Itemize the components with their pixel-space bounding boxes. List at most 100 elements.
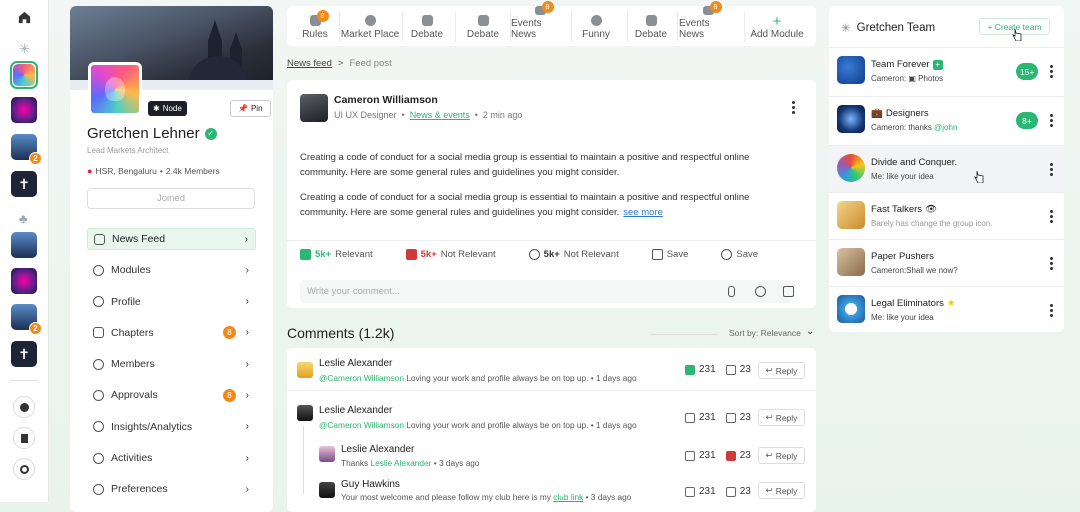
commenter-name[interactable]: Guy Hawkins (341, 479, 400, 490)
thumbs-down-icon[interactable] (725, 364, 736, 375)
commenter-avatar[interactable] (319, 446, 335, 462)
image-icon[interactable] (783, 286, 794, 297)
emoji-icon[interactable] (755, 286, 766, 297)
commenter-avatar[interactable] (297, 362, 313, 378)
bookmark-icon[interactable] (10, 424, 38, 452)
tab-debate[interactable]: Debate (461, 6, 505, 46)
tab-funny[interactable]: Funny (575, 6, 617, 46)
preferences-icon (93, 483, 104, 495)
commenter-name[interactable]: Leslie Alexander (319, 405, 392, 416)
team-row[interactable]: Fast Talkers 👁 Barely has change the grou… (829, 192, 1064, 239)
profile-icon (93, 296, 104, 308)
tab-events-news[interactable]: 8 Events News (511, 1, 569, 46)
reply-button[interactable]: ↩ Reply (758, 447, 805, 464)
team-avatar (837, 295, 865, 323)
reply-button[interactable]: ↩ Reply (758, 362, 805, 379)
post-category-link[interactable]: News & events (410, 110, 470, 120)
commenter-avatar[interactable] (297, 405, 313, 421)
hand-cursor-icon (1012, 29, 1022, 41)
thumbs-down-icon[interactable] (725, 486, 736, 497)
thumbs-up-icon[interactable] (685, 450, 695, 461)
reply-button[interactable]: ↩ Reply (758, 482, 805, 499)
debate-icon (477, 15, 489, 26)
tab-rules[interactable]: 8 Rules (295, 6, 335, 46)
rail-group-7[interactable]: 2 (10, 303, 42, 335)
thumbs-down-icon[interactable] (725, 412, 736, 423)
tab-debate[interactable]: Debate (405, 6, 449, 46)
joined-button[interactable]: Joined (87, 188, 255, 209)
thumbs-down-icon[interactable] (725, 450, 736, 461)
club-link[interactable]: club link (553, 492, 583, 502)
approvals-icon (93, 389, 104, 401)
save-button[interactable]: Save (651, 248, 688, 260)
author-avatar[interactable] (300, 94, 328, 122)
nav-preferences[interactable]: Preferences › (87, 478, 256, 500)
rail-group-1[interactable] (10, 61, 38, 89)
modules-icon (93, 264, 104, 276)
team-row[interactable]: 💼 Designers Cameron: thanks @john 8+ (829, 96, 1064, 143)
messenger-icon[interactable] (10, 393, 38, 421)
bookmark-icon (651, 248, 663, 260)
not-relevant-button[interactable]: 5k+ Not Relevant (405, 248, 496, 260)
home-icon[interactable] (10, 3, 38, 31)
sort-dropdown[interactable]: Sort by: Relevance (729, 328, 801, 338)
attach-icon[interactable] (728, 286, 735, 297)
more-options-icon[interactable] (1050, 65, 1053, 80)
comment-input[interactable]: Write your comment... (300, 280, 794, 303)
more-options-icon[interactable] (1050, 114, 1053, 129)
nav-activities[interactable]: Activities › (87, 447, 256, 469)
team-row[interactable]: Team Forever + Cameron: ▣ Photos 15+ (829, 47, 1064, 94)
tab-market-place[interactable]: Market Place (340, 6, 400, 46)
tab-add-module[interactable]: + Add Module (747, 6, 807, 46)
pin-button[interactable]: 📌 Pin (230, 100, 271, 117)
rail-group-3[interactable]: 2 (10, 133, 42, 165)
nav-modules[interactable]: Modules › (87, 259, 256, 281)
rail-badge: 2 (29, 322, 42, 335)
rail-group-4[interactable]: ✝ (10, 170, 38, 198)
commenter-name[interactable]: Leslie Alexander (341, 444, 414, 455)
share-button[interactable]: Save (721, 248, 758, 260)
rail-group-5[interactable] (10, 231, 38, 259)
relevant-button[interactable]: 5k+ Relevant (300, 248, 373, 260)
nav-profile[interactable]: Profile › (87, 291, 256, 313)
more-options-icon[interactable] (792, 101, 795, 116)
comment-text: @Cameron Williamson Loving your work and… (319, 373, 637, 383)
comments-count-button[interactable]: 5k+ Not Relevant (528, 248, 619, 260)
commenter-name[interactable]: Leslie Alexander (319, 358, 392, 369)
news-feed-icon (94, 233, 105, 245)
thumbs-up-icon[interactable] (685, 486, 695, 497)
team-name: Legal Eliminators ★ (871, 298, 956, 309)
tab-debate[interactable]: Debate (629, 6, 673, 46)
rail-group-6[interactable] (10, 267, 38, 295)
nav-news-feed[interactable]: News Feed › (87, 228, 256, 250)
more-options-icon[interactable] (1050, 163, 1053, 178)
settings-icon[interactable] (10, 455, 38, 483)
nav-approvals[interactable]: Approvals 8 › (87, 384, 256, 406)
more-options-icon[interactable] (1050, 304, 1053, 319)
see-more-link[interactable]: see more (623, 207, 663, 218)
vote-counts: 231 23 (685, 486, 751, 497)
post-author[interactable]: Cameron Williamson (334, 94, 438, 106)
reply-icon: ↩ (765, 450, 773, 460)
team-last-message: Cameron: thanks @john (871, 123, 958, 132)
tab-events-news[interactable]: 8 Events News (679, 1, 737, 46)
rail-group-8[interactable]: ✝ (10, 340, 38, 368)
rail-group-2[interactable] (10, 96, 38, 124)
chevron-down-icon[interactable]: ⌄ (806, 326, 814, 337)
team-row[interactable]: Divide and Conquer. Me: like your idea (829, 145, 1064, 192)
rail-badge: 2 (29, 152, 42, 165)
more-options-icon[interactable] (1050, 210, 1053, 225)
breadcrumb-news-feed[interactable]: News feed (287, 58, 332, 69)
reply-button[interactable]: ↩ Reply (758, 409, 805, 426)
more-options-icon[interactable] (1050, 257, 1053, 272)
thumbs-up-icon[interactable] (685, 412, 695, 423)
team-row[interactable]: Paper Pushers Cameron:Shall we now? (829, 239, 1064, 286)
commenter-avatar[interactable] (319, 482, 335, 498)
nav-chapters[interactable]: Chapters 8 › (87, 322, 256, 344)
nav-insights[interactable]: Insights/Analytics › (87, 416, 256, 438)
verified-icon: ✓ (204, 127, 217, 140)
thumbs-up-icon[interactable] (685, 364, 695, 375)
nav-members[interactable]: Members › (87, 353, 256, 375)
team-row[interactable]: Legal Eliminators ★ Me: like your idea (829, 286, 1064, 333)
team-last-message: Me: like your idea (871, 172, 934, 181)
